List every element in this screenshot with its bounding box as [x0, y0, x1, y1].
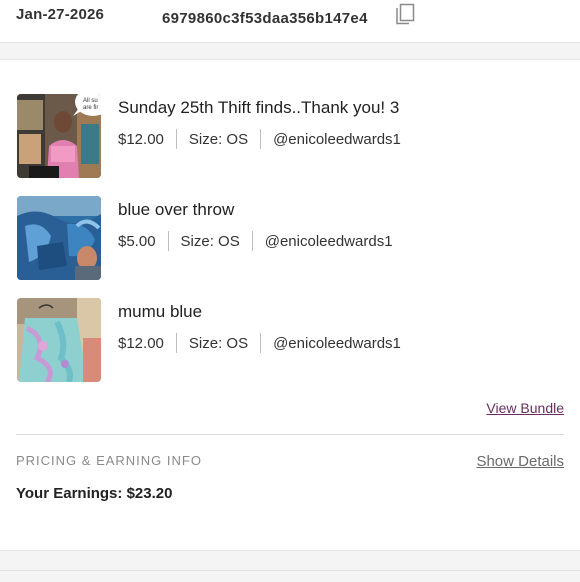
order-details-page: Jan-27-2026 6979860c3f53daa356b147e4 All… [0, 0, 580, 582]
item-seller[interactable]: @enicoleedwards1 [273, 335, 401, 352]
item-thumbnail[interactable] [17, 196, 101, 280]
item-thumbnail[interactable]: All su are fir [17, 94, 101, 178]
earnings-summary: Your Earnings: $23.20 [16, 485, 172, 502]
item-title[interactable]: mumu blue [118, 302, 202, 322]
list-item[interactable]: mumu blue $12.00 Size: OS @enicoleedward… [0, 298, 580, 384]
item-seller[interactable]: @enicoleedwards1 [273, 131, 401, 148]
meta-divider [167, 231, 169, 251]
item-size: Size: OS [188, 334, 249, 352]
item-price: $12.00 [118, 130, 164, 148]
meta-divider [260, 129, 262, 149]
order-date: Jan-27-2026 [16, 6, 105, 23]
meta-divider [175, 129, 177, 149]
item-price: $5.00 [118, 232, 156, 250]
section-divider [16, 434, 564, 435]
item-meta: $5.00 Size: OS @enicoleedwards1 [118, 230, 393, 252]
show-details-link[interactable]: Show Details [476, 453, 564, 470]
copy-icon[interactable] [394, 2, 416, 26]
item-price: $12.00 [118, 334, 164, 352]
section-separator [0, 43, 580, 60]
order-id: 6979860c3f53daa356b147e4 [162, 10, 368, 27]
item-size: Size: OS [180, 232, 240, 250]
item-title[interactable]: Sunday 25th Thift finds..Thank you! 3 [118, 98, 399, 118]
list-item[interactable]: blue over throw $5.00 Size: OS @enicolee… [0, 196, 580, 282]
svg-text:All su: All su [83, 98, 98, 104]
earnings-value: $23.20 [126, 485, 173, 502]
view-bundle-link[interactable]: View Bundle [486, 400, 564, 416]
item-thumbnail[interactable] [17, 298, 101, 382]
list-item[interactable]: All su are fir Sunday 25th Thift finds..… [0, 94, 580, 180]
order-header-row: Jan-27-2026 6979860c3f53daa356b147e4 [0, 0, 580, 43]
svg-text:are fir: are fir [83, 105, 98, 111]
pricing-heading: PRICING & EARNING INFO [16, 453, 202, 468]
item-size: Size: OS [188, 130, 249, 148]
item-seller[interactable]: @enicoleedwards1 [265, 233, 393, 250]
meta-divider [260, 333, 262, 353]
earnings-label: Your Earnings: [16, 485, 127, 502]
section-separator [0, 550, 580, 582]
item-meta: $12.00 Size: OS @enicoleedwards1 [118, 332, 401, 354]
item-meta: $12.00 Size: OS @enicoleedwards1 [118, 128, 401, 150]
item-title[interactable]: blue over throw [118, 200, 234, 220]
meta-divider [175, 333, 177, 353]
meta-divider [251, 231, 253, 251]
divider [0, 570, 580, 571]
